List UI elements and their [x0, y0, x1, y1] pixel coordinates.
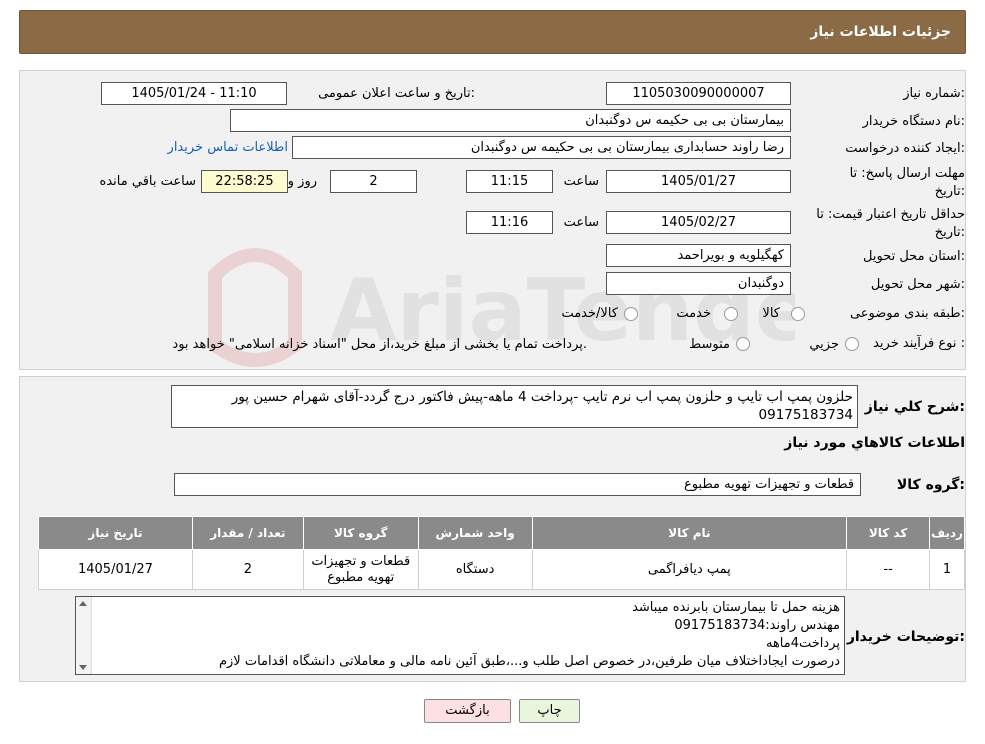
description-label: شرح کلي نياز:: [864, 399, 965, 415]
notes-line: پرداخت4ماهه: [765, 636, 840, 651]
validity-time-label: ساعت: [563, 215, 599, 230]
col-row: ردیف: [929, 516, 965, 550]
page-header: جزئیات اطلاعات نیاز: [19, 10, 966, 54]
col-unit: واحد شمارش: [417, 516, 533, 550]
category-goods-service-label: کالا/خدمت: [561, 306, 618, 321]
back-button[interactable]: بازگشت: [424, 699, 511, 723]
col-code: کد کالا: [846, 516, 931, 550]
col-date: تاریخ نیاز: [38, 516, 193, 550]
need-number-field: 1105030090000007: [606, 82, 791, 105]
cell-unit: دستگاه: [417, 549, 533, 590]
buyer-org-label: نام دستگاه خریدار:: [862, 114, 965, 129]
notes-label: توضیحات خریدار:: [846, 629, 965, 645]
deadline-time-label: ساعت: [563, 174, 599, 189]
need-number-label: شماره نیاز:: [903, 86, 965, 101]
requester-label: ایجاد کننده درخواست:: [845, 141, 965, 156]
table-row: 1 -- پمپ دیافراگمی دستگاه قطعات و تجهیزا…: [38, 549, 965, 590]
notes-field[interactable]: هزینه حمل تا بیمارستان بابرنده میباشد مه…: [75, 596, 845, 675]
announce-field: 1405/01/24 - 11:10: [101, 82, 287, 105]
deadline-date-field: 1405/01/27: [606, 170, 791, 193]
process-partial-label: جزیي: [809, 337, 839, 352]
city-field: دوگنبدان: [606, 272, 791, 295]
process-label: نوع فرآیند خرید :: [873, 336, 965, 351]
notes-line: درصورت ایجاداختلاف میان طرفین،در خصوص اص…: [218, 654, 840, 669]
goods-group-label: گروه کالا:: [896, 477, 965, 493]
buyer-org-field: بیمارستان بی بی حکیمه س دوگنبدان: [230, 109, 791, 132]
description-field: حلزون پمپ اب تایپ و حلزون پمپ اب نرم تای…: [171, 385, 858, 428]
cell-group: قطعات و تجهیزات تهویه مطبوع: [302, 549, 419, 590]
validity-label-date: تاریخ:: [934, 225, 965, 240]
goods-group-field: قطعات و تجهیزات تهویه مطبوع: [174, 473, 861, 496]
contact-info-link[interactable]: اطلاعات تماس خریدار: [168, 140, 288, 155]
col-quantity: تعداد / مقدار: [191, 516, 304, 550]
category-goods-label: کالا: [762, 306, 780, 321]
cell-row: 1: [929, 549, 965, 590]
notes-line: هزینه حمل تا بیمارستان بابرنده میباشد: [632, 600, 840, 615]
validity-time-field: 11:16: [466, 211, 553, 234]
deadline-label-date: تاریخ:: [934, 184, 965, 199]
notes-scrollbar[interactable]: [76, 597, 92, 674]
scroll-arrows-icon: [79, 601, 87, 670]
validity-label: حداقل تاریخ اعتبار قیمت: تا: [816, 207, 965, 222]
validity-date-field: 1405/02/27: [606, 211, 791, 234]
province-label: استان محل تحویل:: [863, 249, 965, 264]
category-goods-service-radio[interactable]: [624, 307, 638, 321]
process-medium-radio[interactable]: [736, 337, 750, 351]
category-goods-radio[interactable]: [791, 307, 805, 321]
remaining-time-field: 22:58:25: [201, 170, 288, 193]
page-title: جزئیات اطلاعات نیاز: [810, 24, 951, 40]
category-service-label: خدمت: [676, 306, 711, 321]
print-button[interactable]: چاپ: [519, 699, 580, 723]
deadline-label: مهلت ارسال پاسخ: تا: [849, 166, 965, 181]
process-medium-label: متوسط: [689, 337, 730, 352]
goods-section-title: اطلاعات کالاهاي مورد نياز: [784, 435, 965, 451]
city-label: شهر محل تحویل:: [870, 277, 965, 292]
cell-date: 1405/01/27: [38, 549, 193, 590]
days-label: روز و: [287, 174, 317, 189]
days-field: 2: [330, 170, 417, 193]
items-table: ردیف کد کالا نام کالا واحد شمارش گروه کا…: [38, 516, 965, 590]
items-table-header: ردیف کد کالا نام کالا واحد شمارش گروه کا…: [38, 516, 965, 550]
col-group: گروه کالا: [302, 516, 419, 550]
category-label: طبقه بندی موضوعی:: [849, 306, 965, 321]
process-note: پرداخت تمام یا بخشی از مبلغ خرید،از محل …: [172, 337, 587, 352]
col-name: نام کالا: [531, 516, 848, 550]
category-service-radio[interactable]: [724, 307, 738, 321]
cell-code: --: [846, 549, 931, 590]
cell-quantity: 2: [191, 549, 304, 590]
announce-label: تاریخ و ساعت اعلان عمومی:: [318, 86, 475, 101]
notes-line: مهندس راوند:09175183734: [674, 618, 840, 633]
province-field: کهگیلویه و بویراحمد: [606, 244, 791, 267]
deadline-time-field: 11:15: [466, 170, 553, 193]
process-partial-radio[interactable]: [845, 337, 859, 351]
remaining-label: ساعت باقي مانده: [99, 174, 196, 189]
requester-field: رضا راوند حسابداری بیمارستان بی بی حکیمه…: [292, 136, 791, 159]
cell-name: پمپ دیافراگمی: [531, 549, 848, 590]
